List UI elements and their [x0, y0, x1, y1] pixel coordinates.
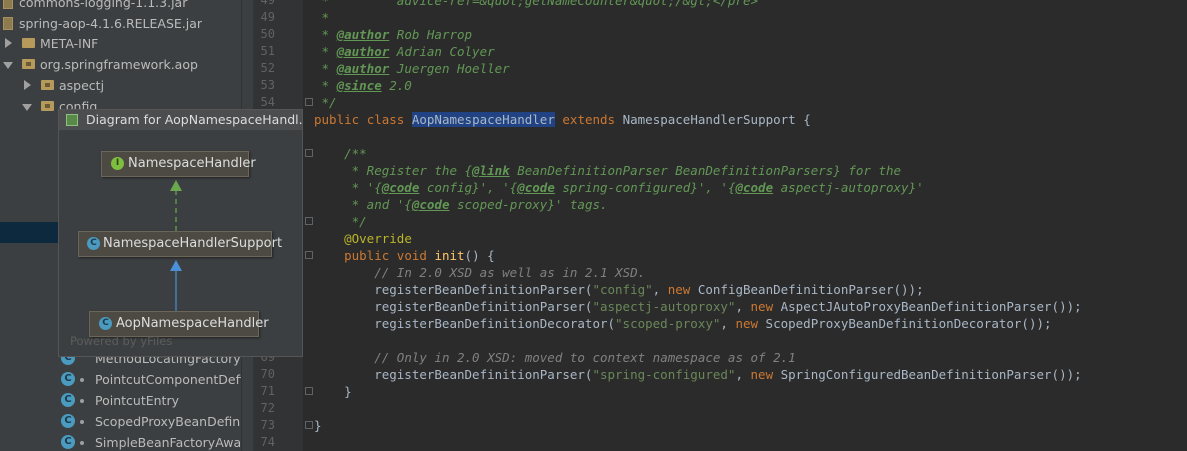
interface-icon: I: [111, 157, 124, 170]
class-icon: C: [61, 393, 75, 407]
code-line[interactable]: }: [314, 383, 352, 400]
line-number: 52: [260, 61, 275, 75]
line-number: 74: [260, 435, 275, 449]
code-line[interactable]: public class AopNamespaceHandler extends…: [314, 111, 811, 128]
diagram-node-label: AopNamespaceHandler: [116, 316, 269, 331]
line-number: 73: [260, 418, 275, 432]
fold-marker-icon[interactable]: [305, 98, 313, 106]
package-icon: [41, 80, 54, 90]
code-editor[interactable]: 4949505152535455565758596061626364656667…: [253, 0, 1187, 451]
class-icon: C: [61, 414, 75, 428]
tree-selection-highlight: [0, 222, 58, 243]
jar-icon: [3, 17, 13, 30]
line-number: 70: [260, 367, 275, 381]
visibility-icon: [80, 441, 84, 445]
code-line[interactable]: * Register the {@link BeanDefinitionPars…: [314, 162, 901, 179]
diagram-popup[interactable]: Diagram for AopNamespaceHandl... I Names…: [58, 109, 303, 357]
folder-icon: [22, 38, 35, 48]
code-line[interactable]: * and '{@code scoped-proxy}' tags.: [314, 196, 608, 213]
line-number: 71: [260, 384, 275, 398]
diagram-node-label: NamespaceHandlerSupport: [103, 236, 283, 251]
expand-arrow-icon[interactable]: [24, 80, 31, 90]
code-line[interactable]: * advice-ref=&quot;getNameCounter&quot;/…: [314, 0, 759, 9]
code-line[interactable]: * @author Adrian Colyer: [314, 43, 495, 60]
code-line[interactable]: /**: [314, 145, 367, 162]
code-line[interactable]: }: [314, 417, 322, 434]
code-line[interactable]: * '{@code config}', '{@code spring-confi…: [314, 179, 924, 196]
code-line[interactable]: @Override: [314, 230, 412, 247]
jar-icon: [3, 0, 13, 9]
collapse-arrow-icon[interactable]: [22, 104, 32, 111]
tree-item-label: org.springframework.aop: [40, 57, 198, 72]
code-line[interactable]: public void init() {: [314, 247, 495, 264]
line-number: 72: [260, 401, 275, 415]
code-line[interactable]: registerBeanDefinitionParser("config", n…: [314, 281, 923, 298]
tree-item-label: PointcutComponentDefin: [95, 372, 241, 387]
class-icon: C: [99, 317, 112, 330]
code-line[interactable]: * @since 2.0: [314, 77, 412, 94]
code-line[interactable]: registerBeanDefinitionParser("aspectj-au…: [314, 298, 1081, 315]
implements-arrowhead-icon: [170, 180, 182, 191]
code-line[interactable]: registerBeanDefinitionParser("spring-con…: [314, 366, 1081, 383]
package-icon: [22, 59, 35, 69]
line-number: 49: [260, 0, 275, 7]
diagram-node-namespace-handler[interactable]: I NamespaceHandler: [101, 151, 256, 177]
tree-item-label: commons-logging-1.1.3.jar: [19, 0, 188, 10]
package-icon: [41, 101, 54, 111]
diagram-node-label: NamespaceHandler: [128, 156, 256, 171]
extends-arrowhead-icon: [170, 260, 182, 271]
line-number: 49: [260, 10, 275, 24]
line-number: 51: [260, 44, 275, 58]
code-line[interactable]: // Only in 2.0 XSD: moved to context nam…: [314, 349, 795, 366]
visibility-icon: [80, 378, 84, 382]
class-icon: C: [61, 435, 75, 449]
fold-marker-icon[interactable]: [305, 217, 313, 225]
code-line[interactable]: // In 2.0 XSD as well as in 2.1 XSD.: [314, 264, 645, 281]
code-line[interactable]: */: [314, 94, 337, 111]
fold-marker-icon[interactable]: [305, 387, 313, 395]
tree-item-label: SimpleBeanFactoryAware: [95, 435, 241, 450]
fold-marker-icon[interactable]: [305, 251, 313, 259]
diagram-node-namespace-handler-support[interactable]: C NamespaceHandlerSupport: [78, 231, 282, 257]
expand-arrow-icon[interactable]: [5, 38, 12, 48]
abstract-class-icon: C: [87, 237, 100, 250]
code-line[interactable]: * @author Juergen Hoeller: [314, 60, 510, 77]
tree-item-label: aspectj: [59, 78, 105, 93]
tree-item-label: spring-aop-4.1.6.RELEASE.jar: [19, 16, 203, 31]
code-line[interactable]: */: [314, 213, 367, 230]
code-line[interactable]: registerBeanDefinitionDecorator("scoped-…: [314, 315, 1051, 332]
visibility-icon: [80, 399, 84, 403]
collapse-arrow-icon[interactable]: [3, 62, 13, 69]
line-number: 53: [260, 78, 275, 92]
tree-item-label: PointcutEntry: [95, 393, 179, 408]
code-line[interactable]: *: [314, 9, 330, 26]
tree-item-label: META-INF: [40, 36, 99, 51]
line-number: 50: [260, 27, 275, 41]
tree-item-label: ScopedProxyBeanDefiniti: [95, 414, 241, 429]
code-line[interactable]: * @author Rob Harrop: [314, 26, 473, 43]
visibility-icon: [80, 420, 84, 424]
class-icon: C: [61, 372, 75, 386]
fold-marker-icon[interactable]: [305, 149, 313, 157]
yfiles-watermark: Powered by yFiles: [70, 334, 173, 348]
fold-marker-icon[interactable]: [305, 421, 313, 429]
